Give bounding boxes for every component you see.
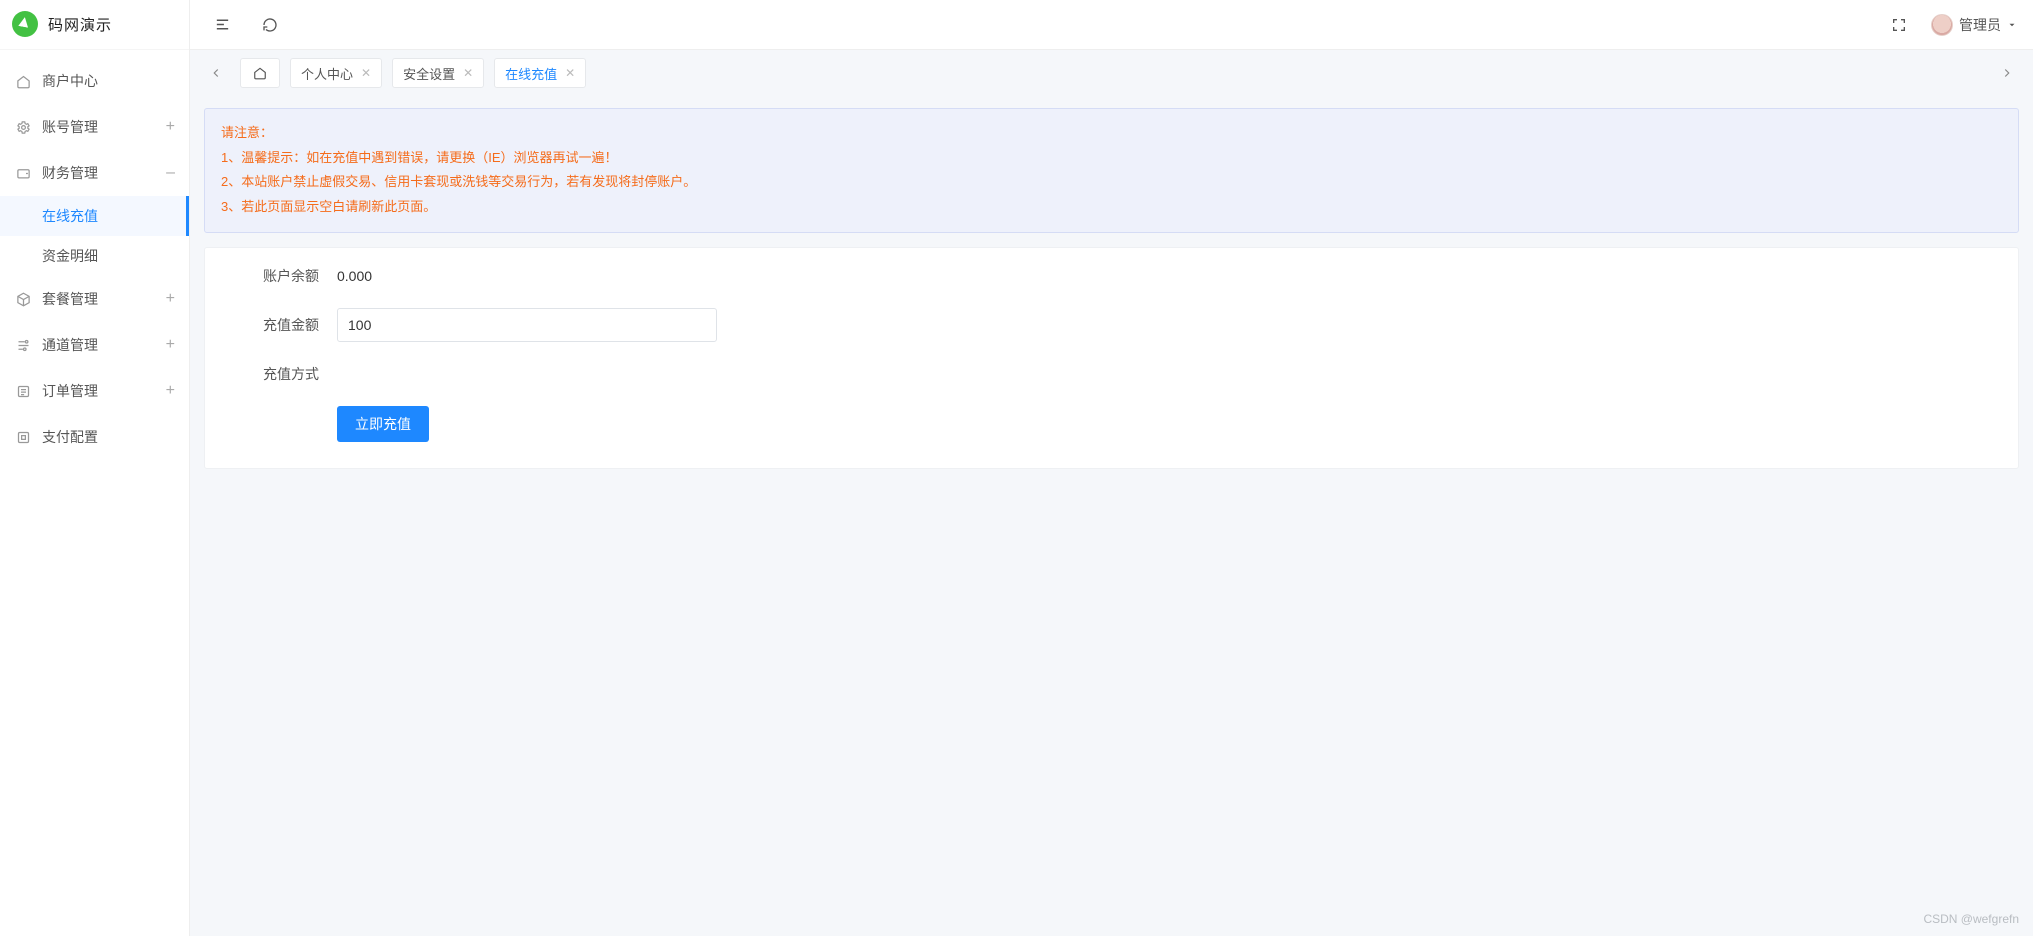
expand-indicator: + [166,337,175,353]
balance-row: 账户余额 0.000 [233,266,1990,286]
recharge-submit-button[interactable]: 立即充值 [337,406,429,442]
chevron-down-icon [2007,20,2017,30]
fullscreen-button[interactable] [1883,9,1915,41]
sidebar-item-merchant-center[interactable]: 商户中心 [0,58,189,104]
expand-indicator: + [166,383,175,399]
sidebar-item-label: 订单管理 [42,381,98,401]
sidebar-item-package-manage[interactable]: 套餐管理 + [0,276,189,322]
home-icon [253,66,267,80]
content: 请注意： 1、温馨提示：如在充值中遇到错误，请更换（IE）浏览器再试一遍！ 2、… [190,96,2033,936]
sidebar-item-order-manage[interactable]: 订单管理 + [0,368,189,414]
sliders-icon [14,338,32,353]
sidebar-item-account-manage[interactable]: 账号管理 + [0,104,189,150]
expand-indicator: + [166,119,175,135]
close-icon[interactable]: ✕ [463,66,473,80]
tab-personal-center[interactable]: 个人中心 ✕ [290,58,382,88]
submit-row: 立即充值 [233,406,1990,442]
close-icon[interactable]: ✕ [565,66,575,80]
tabsbar: 个人中心 ✕ 安全设置 ✕ 在线充值 ✕ [190,50,2033,96]
tab-online-recharge[interactable]: 在线充值 ✕ [494,58,586,88]
sidebar: 码网演示 商户中心 账号管理 + 财务管理 [0,0,190,936]
method-row: 充值方式 [233,364,1990,384]
tabs-next-button[interactable] [1993,59,2021,87]
amount-label: 充值金额 [233,315,319,335]
wallet-icon [14,166,32,181]
tab-label: 安全设置 [403,64,455,83]
amount-input[interactable] [337,308,717,342]
sidebar-item-label: 账号管理 [42,117,98,137]
sidebar-item-label: 商户中心 [42,71,98,91]
nav: 商户中心 账号管理 + 财务管理 – 在线充值 [0,50,189,460]
notice-line: 1、温馨提示：如在充值中遇到错误，请更换（IE）浏览器再试一遍！ [221,146,2002,171]
sidebar-subitem-label: 资金明细 [42,246,98,266]
balance-label: 账户余额 [233,266,319,286]
notice-line: 3、若此页面显示空白请刷新此页面。 [221,195,2002,220]
tabs-prev-button[interactable] [202,59,230,87]
sidebar-item-label: 套餐管理 [42,289,98,309]
sidebar-subitem-fund-details[interactable]: 资金明细 [0,236,189,276]
notice-title: 请注意： [221,121,2002,146]
tab-home[interactable] [240,58,280,88]
brand-title: 码网演示 [48,14,112,35]
gear-icon [14,120,32,135]
sidebar-item-label: 通道管理 [42,335,98,355]
sidebar-item-label: 支付配置 [42,427,98,447]
notice-box: 请注意： 1、温馨提示：如在充值中遇到错误，请更换（IE）浏览器再试一遍！ 2、… [204,108,2019,233]
main: 管理员 个人中心 ✕ 安全设置 ✕ [190,0,2033,936]
recharge-panel: 账户余额 0.000 充值金额 充值方式 立即充值 [204,247,2019,469]
expand-indicator: + [166,291,175,307]
sidebar-subitem-online-recharge[interactable]: 在线充值 [0,196,189,236]
user-label: 管理员 [1959,15,2001,35]
tab-security-settings[interactable]: 安全设置 ✕ [392,58,484,88]
expand-indicator: – [166,165,175,181]
refresh-button[interactable] [254,9,286,41]
sidebar-subitem-label: 在线充值 [42,206,98,226]
avatar [1931,14,1953,36]
home-outline-icon [14,74,32,89]
brand-logo [12,11,40,39]
cube-icon [14,292,32,307]
sidebar-item-label: 财务管理 [42,163,98,183]
settings-icon [14,430,32,445]
collapse-sidebar-button[interactable] [206,9,238,41]
notice-line: 2、本站账户禁止虚假交易、信用卡套现或洗钱等交易行为，若有发现将封停账户。 [221,170,2002,195]
brand: 码网演示 [0,0,189,50]
close-icon[interactable]: ✕ [361,66,371,80]
tab-label: 在线充值 [505,64,557,83]
user-menu[interactable]: 管理员 [1931,14,2017,36]
tab-label: 个人中心 [301,64,353,83]
balance-value: 0.000 [337,268,372,284]
sidebar-item-payment-config[interactable]: 支付配置 [0,414,189,460]
topbar: 管理员 [190,0,2033,50]
amount-row: 充值金额 [233,308,1990,342]
sidebar-item-finance-manage[interactable]: 财务管理 – [0,150,189,196]
method-label: 充值方式 [233,364,319,384]
list-icon [14,384,32,399]
finance-subnav: 在线充值 资金明细 [0,196,189,276]
sidebar-item-channel-manage[interactable]: 通道管理 + [0,322,189,368]
